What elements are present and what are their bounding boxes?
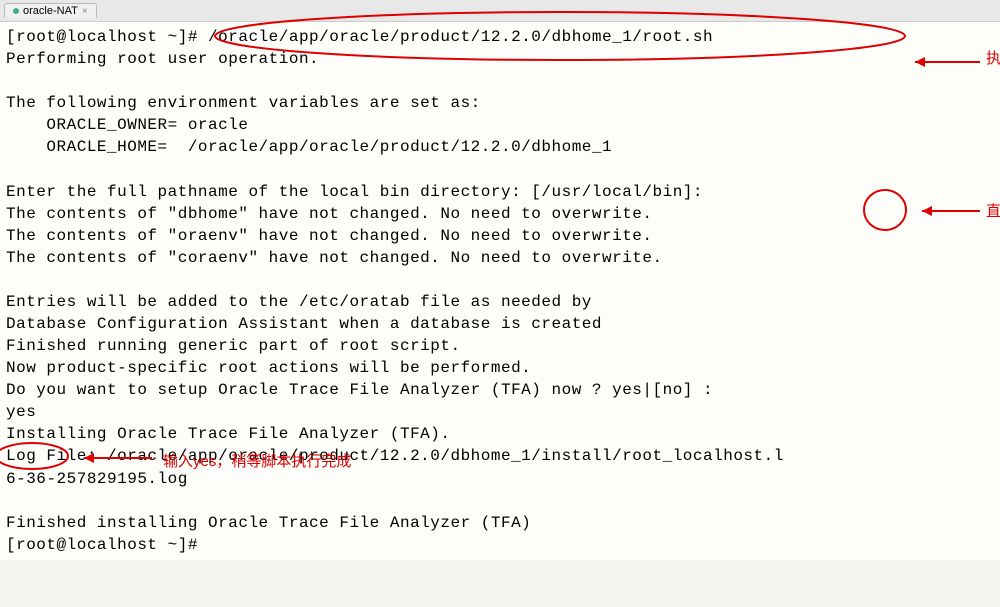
output-line: Log File: /oracle/app/oracle/product/12.… xyxy=(6,447,784,465)
output-line: Performing root user operation. xyxy=(6,50,319,68)
output-line: The contents of "oraenv" have not change… xyxy=(6,227,653,245)
tab-bar: oracle-NAT × xyxy=(0,0,1000,22)
terminal-output[interactable]: [root@localhost ~]# /oracle/app/oracle/p… xyxy=(0,22,1000,560)
output-line: Finished installing Oracle Trace File An… xyxy=(6,514,531,532)
prompt: [root@localhost ~]# xyxy=(6,536,198,554)
output-line: ORACLE_OWNER= oracle xyxy=(6,116,248,134)
output-line: 6-36-257829195.log xyxy=(6,470,188,488)
output-line: Do you want to setup Oracle Trace File A… xyxy=(6,381,713,399)
output-line: Entries will be added to the /etc/oratab… xyxy=(6,293,592,311)
output-line: Installing Oracle Trace File Analyzer (T… xyxy=(6,425,450,443)
user-input: yes xyxy=(6,403,36,421)
tab-oracle-nat[interactable]: oracle-NAT × xyxy=(4,3,97,18)
output-line: ORACLE_HOME= /oracle/app/oracle/product/… xyxy=(6,138,612,156)
output-line: The contents of "coraenv" have not chang… xyxy=(6,249,663,267)
output-line: The following environment variables are … xyxy=(6,94,481,112)
status-dot-icon xyxy=(13,8,19,14)
output-line: Finished running generic part of root sc… xyxy=(6,337,461,355)
output-line: Database Configuration Assistant when a … xyxy=(6,315,602,333)
output-line: Now product-specific root actions will b… xyxy=(6,359,531,377)
output-line: The contents of "dbhome" have not change… xyxy=(6,205,653,223)
output-line: Enter the full pathname of the local bin… xyxy=(6,183,703,201)
command: /oracle/app/oracle/product/12.2.0/dbhome… xyxy=(208,28,713,46)
close-icon[interactable]: × xyxy=(82,6,88,17)
prompt: [root@localhost ~]# xyxy=(6,28,208,46)
tab-label: oracle-NAT xyxy=(23,5,78,17)
